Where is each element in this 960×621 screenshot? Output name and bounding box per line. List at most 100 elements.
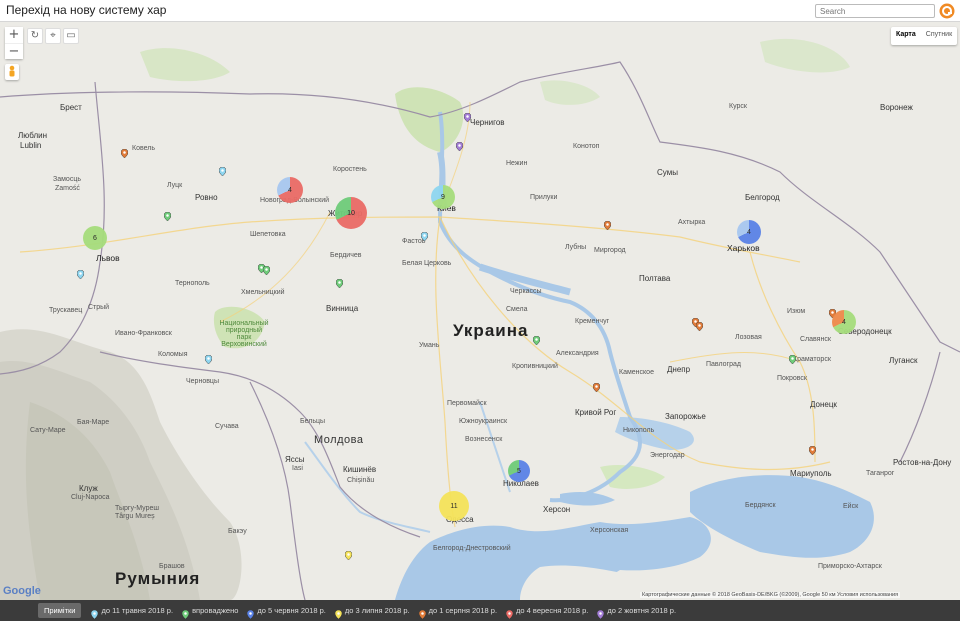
marker-pin[interactable] [120, 145, 128, 159]
legend-item[interactable]: до 1 серпня 2018 р. [418, 606, 498, 620]
marker-pin[interactable] [592, 379, 600, 393]
marker-pin[interactable] [603, 217, 611, 231]
zoom-out-button[interactable]: − [5, 43, 23, 59]
legend-label: до 5 червня 2018 р. [257, 606, 326, 615]
zoom-in-button[interactable]: + [5, 27, 23, 43]
marker-cluster[interactable]: 6 [83, 226, 107, 250]
legend-marker-icon [597, 606, 605, 620]
marker-pin[interactable] [262, 262, 270, 276]
marker-pin[interactable] [76, 266, 84, 280]
place-label: Миргород [594, 247, 626, 254]
cluster-count: 11 [450, 502, 458, 510]
place-label: Таганрог [866, 470, 895, 477]
marker-pin[interactable] [163, 208, 171, 222]
zoom-control: + − [5, 27, 23, 59]
refresh-icon[interactable]: ↻ [27, 28, 43, 44]
legend-item[interactable]: до 3 липня 2018 р. [334, 606, 410, 620]
marker-pin[interactable] [455, 138, 463, 152]
place-label: Клуж [79, 484, 98, 493]
marker-pin[interactable] [788, 351, 796, 365]
place-label: Кривой Рог [575, 408, 617, 417]
notes-button[interactable]: Примітки [38, 603, 82, 618]
place-label: Донецк [810, 400, 837, 409]
legend-item[interactable]: впроваджено [181, 606, 238, 620]
place-label: Южноукраинск [459, 418, 508, 425]
place-label: Zamość [55, 185, 80, 192]
place-label: Румыния [115, 569, 201, 588]
place-label: Энергодар [650, 452, 685, 459]
place-label: Кременчуг [575, 318, 610, 325]
place-label: Первомайск [447, 400, 487, 407]
app-root: Перехід на нову систему хар Search Нацио… [0, 0, 960, 621]
marker-pin[interactable] [344, 547, 352, 561]
marker-pin[interactable] [532, 332, 540, 346]
marker-pin[interactable] [204, 351, 212, 365]
place-label: Прилуки [530, 194, 558, 201]
place-label: Lublin [20, 141, 42, 150]
marker-cluster[interactable]: 4 [737, 220, 761, 244]
marker-cluster[interactable]: 10 [335, 197, 367, 229]
place-label: Конотоп [573, 143, 600, 150]
place-label: Замосць [53, 176, 81, 183]
place-label: Белгород-Днестровский [433, 545, 511, 552]
place-label: Никополь [623, 427, 655, 434]
place-label: Белгород [745, 193, 780, 202]
cluster-count: 5 [517, 467, 521, 475]
marker-cluster[interactable]: 4 [832, 310, 856, 334]
place-label: Краматорск [793, 356, 831, 363]
cluster-count: 10 [347, 209, 355, 217]
marker-cluster[interactable]: 4 [277, 177, 303, 203]
place-label: Сучава [215, 423, 239, 430]
legend-label: до 1 серпня 2018 р. [428, 606, 498, 615]
marker-pin[interactable] [695, 318, 703, 332]
place-label: Cluj-Napoca [71, 494, 110, 501]
legend-marker-icon [418, 606, 426, 620]
locate-icon[interactable]: ⌖ [45, 28, 61, 44]
cluster-count: 4 [842, 318, 846, 326]
place-label: Львов [96, 253, 120, 263]
legend-marker-icon [505, 606, 514, 620]
place-label: Павлоград [706, 361, 741, 368]
search-input[interactable] [815, 4, 935, 18]
place-label: Полтава [639, 274, 671, 283]
legend-item[interactable]: до 5 червня 2018 р. [247, 606, 326, 620]
marker-pin[interactable] [463, 109, 471, 123]
legend-item[interactable]: до 4 вересня 2018 р. [505, 606, 588, 620]
legend-marker-icon [247, 606, 255, 620]
place-label: Тернополь [175, 280, 210, 287]
legend-item[interactable]: до 2 жовтня 2018 р. [597, 606, 676, 620]
place-label: Брест [60, 103, 82, 112]
place-label: Курск [729, 103, 747, 110]
cluster-count: 4 [747, 228, 751, 236]
place-label: Яссы [285, 455, 305, 464]
map-attribution[interactable]: Картографические данные © 2018 GeoBasis-… [640, 592, 901, 598]
marker-cluster[interactable]: 9 [431, 185, 455, 209]
place-label: Херсонская [590, 527, 629, 534]
legend-item[interactable]: до 11 травня 2018 р. [91, 606, 173, 620]
map-type-map[interactable]: Карта [891, 27, 921, 45]
place-label: Луганск [889, 356, 918, 365]
marker-cluster[interactable]: 5 [508, 460, 530, 482]
place-label: Лубны [565, 244, 587, 251]
place-label: Хмельницкий [241, 289, 285, 296]
marker-pin[interactable] [218, 163, 226, 177]
place-label: Ейск [843, 503, 859, 510]
map-type-satellite[interactable]: Спутник [921, 27, 957, 45]
place-label: Трускавец [49, 307, 83, 314]
marker-pin[interactable] [335, 275, 343, 289]
map-view[interactable]: Национальный природный парк Верховинский… [0, 22, 960, 600]
marker-cluster[interactable]: 11 [439, 491, 469, 521]
marker-pin[interactable] [420, 228, 428, 242]
place-label: Ростов-на-Дону [893, 458, 952, 467]
place-label: Изюм [787, 308, 806, 315]
legend-label: до 3 липня 2018 р. [344, 606, 410, 615]
place-label: Черкассы [510, 288, 542, 295]
vehicle-icon[interactable]: ▭ [63, 28, 79, 44]
marker-pin[interactable] [808, 442, 816, 456]
place-label: Покровск [777, 375, 807, 382]
pegman-icon[interactable] [5, 64, 19, 80]
place-label: Брашов [159, 563, 185, 570]
place-label: Бердичев [330, 252, 362, 259]
cluster-count: 6 [93, 234, 97, 242]
app-logo-icon[interactable] [939, 3, 955, 19]
